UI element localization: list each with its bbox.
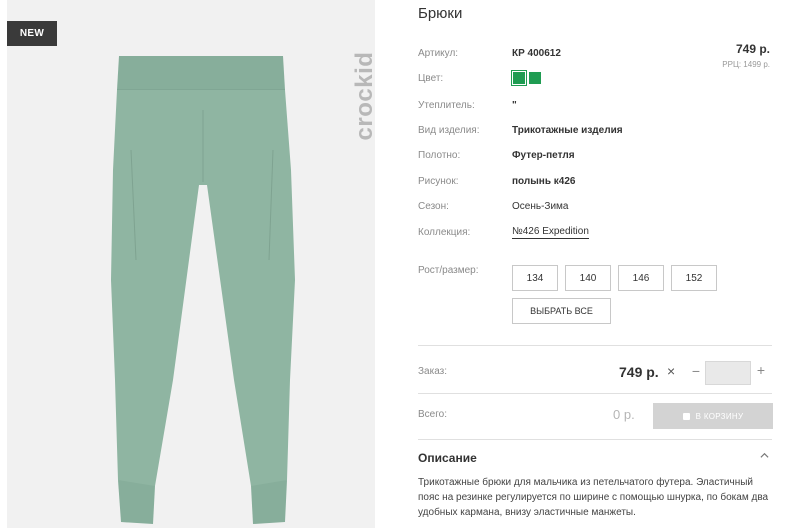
recommended-price: РРЦ: 1499 р. — [722, 60, 770, 69]
size-option-140[interactable]: 140 — [565, 265, 611, 291]
product-info-panel: Брюки 749 р. РРЦ: 1499 р. Артикул: КР 40… — [418, 0, 778, 528]
attr-label: Артикул: — [418, 47, 459, 59]
decrease-qty-button[interactable]: − — [690, 363, 702, 379]
total-label: Всего: — [418, 409, 447, 420]
total-value: 0 р. — [613, 407, 635, 422]
product-title: Брюки — [418, 5, 463, 22]
divider — [418, 345, 772, 346]
attr-label: Цвет: — [418, 72, 444, 84]
increase-qty-button[interactable]: + — [755, 362, 767, 378]
brand-logo-text: crockid — [351, 51, 375, 140]
size-option-134[interactable]: 134 — [512, 265, 558, 291]
attr-label: Сезон: — [418, 200, 449, 212]
pants-illustration — [111, 56, 295, 524]
color-swatch[interactable] — [529, 72, 541, 84]
product-photo[interactable]: NEW crockid — [7, 0, 375, 528]
size-option-146[interactable]: 146 — [618, 265, 664, 291]
quantity-input[interactable] — [705, 361, 751, 385]
attr-label: Полотно: — [418, 149, 461, 161]
collection-link[interactable]: №426 Expedition — [512, 226, 589, 239]
divider — [418, 393, 772, 394]
description-text: Трикотажные брюки для мальчика из петель… — [418, 477, 769, 518]
divider — [418, 439, 772, 440]
color-swatch-selected[interactable] — [511, 70, 527, 86]
attr-value: КР 400612 — [512, 47, 561, 59]
attr-label: Коллекция: — [418, 226, 471, 238]
order-price: 749 р. — [619, 364, 659, 380]
attr-label: Утеплитель: — [418, 99, 475, 111]
add-to-cart-label: В КОРЗИНУ — [695, 411, 744, 421]
description-title[interactable]: Описание — [418, 451, 477, 465]
attr-label: Рисунок: — [418, 175, 459, 187]
attr-value: Трикотажные изделия — [512, 124, 623, 136]
add-to-cart-button[interactable]: В КОРЗИНУ — [653, 403, 773, 429]
attr-value: " — [512, 99, 517, 111]
chevron-up-icon[interactable] — [760, 451, 769, 460]
multiply-icon: × — [667, 363, 676, 379]
attr-label: Вид изделия: — [418, 124, 480, 136]
select-all-button[interactable]: ВЫБРАТЬ ВСЕ — [512, 298, 611, 324]
cart-icon — [682, 412, 690, 420]
product-price: 749 р. — [735, 42, 770, 56]
attr-value: Осень-Зима — [512, 200, 569, 212]
order-label: Заказ: — [418, 366, 448, 377]
brand-watermark: crockid — [350, 38, 375, 153]
size-option-152[interactable]: 152 — [671, 265, 717, 291]
size-label: Рост/размер: — [418, 265, 479, 276]
attr-value: Футер-петля — [512, 149, 575, 161]
attr-value: полынь к426 — [512, 175, 576, 187]
new-badge: NEW — [7, 21, 57, 46]
